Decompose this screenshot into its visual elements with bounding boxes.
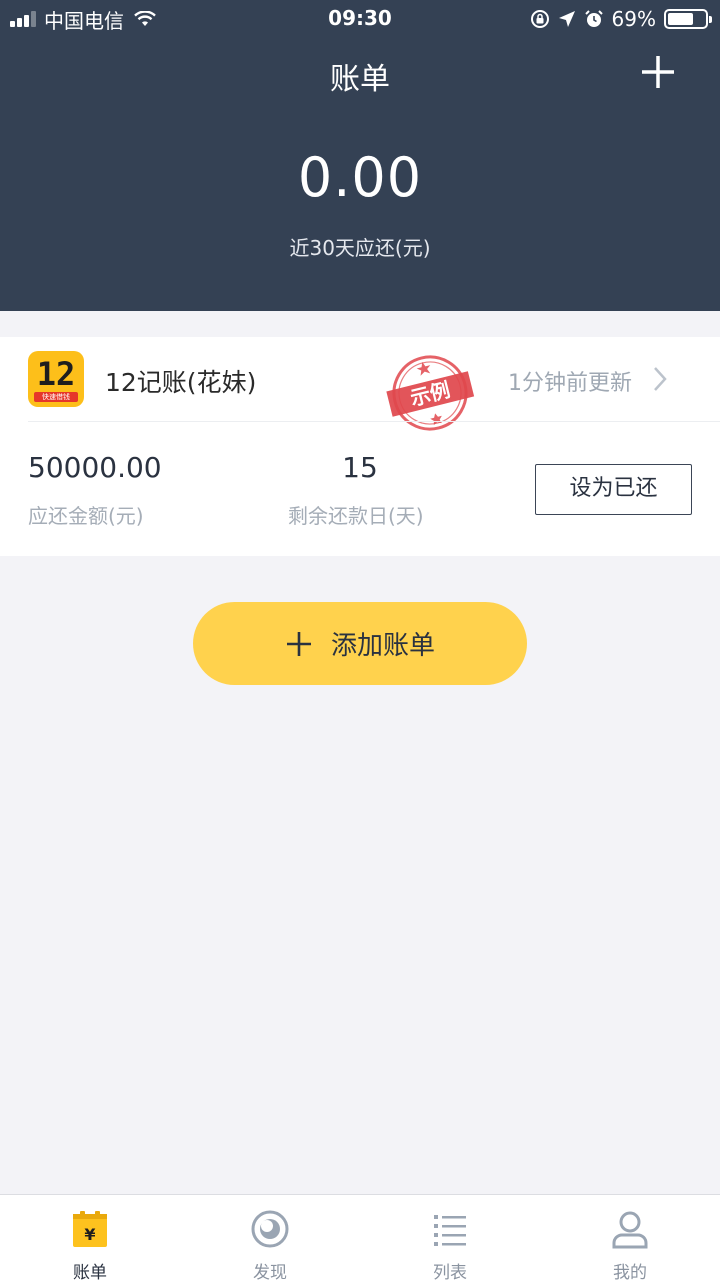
svg-text:¥: ¥ <box>84 1225 95 1244</box>
add-bill-label: 添加账单 <box>330 631 435 661</box>
plus-icon <box>286 631 311 656</box>
app-logo-tag: 快速借钱 <box>34 392 78 402</box>
add-bill-button[interactable]: 添加账单 <box>193 602 527 685</box>
due-amount: 50000.00 <box>28 451 162 484</box>
plus-icon <box>642 56 674 88</box>
bill-card: 12 快速借钱 12记账(花妹) 1分钟前更新 示例 50000.00 应还金额… <box>0 337 720 556</box>
mark-paid-button[interactable]: 设为已还 <box>535 464 692 515</box>
bill-card-header[interactable]: 12 快速借钱 12记账(花妹) 1分钟前更新 <box>0 337 720 421</box>
battery-icon <box>664 9 712 29</box>
discover-icon <box>251 1210 289 1248</box>
total-due-label: 近30天应还(元) <box>289 236 431 260</box>
bill-icon: ¥ <box>73 1211 107 1247</box>
days-remaining: 15 <box>342 451 378 484</box>
profile-icon <box>612 1211 648 1249</box>
rotation-lock-icon <box>530 10 549 28</box>
tab-label: 我的 <box>613 1263 647 1280</box>
days-remaining-label: 剩余还款日(天) <box>288 504 424 528</box>
total-due-amount: 0.00 <box>297 146 423 209</box>
location-icon <box>558 11 575 27</box>
tab-bills[interactable]: ¥ 账单 <box>0 1195 180 1280</box>
page-title: 账单 <box>330 62 390 97</box>
alarm-icon <box>584 10 603 27</box>
battery-percentage: 69% <box>611 7 656 31</box>
tab-discover[interactable]: 发现 <box>180 1195 360 1280</box>
tab-bar: ¥ 账单 发现 列表 我的 <box>0 1194 720 1280</box>
tab-profile[interactable]: 我的 <box>540 1195 720 1280</box>
chevron-right-icon <box>654 367 667 391</box>
status-right: 69% <box>530 5 712 33</box>
tab-label: 发现 <box>253 1263 287 1280</box>
app-logo-number: 12 <box>36 355 76 393</box>
app-logo: 12 快速借钱 <box>28 351 84 407</box>
card-divider <box>28 421 720 422</box>
tab-label: 账单 <box>73 1263 107 1280</box>
tab-label: 列表 <box>433 1263 467 1280</box>
bills-screen: 中国电信 09:30 69% 账单 0.00 近30天应还(元) 12 快速借钱… <box>0 0 720 1280</box>
due-amount-label: 应还金额(元) <box>28 504 144 528</box>
add-button[interactable] <box>636 50 680 94</box>
updated-time: 1分钟前更新 <box>508 371 632 396</box>
app-name: 12记账(花妹) <box>105 368 257 397</box>
status-bar: 中国电信 09:30 69% <box>0 0 720 38</box>
tab-list[interactable]: 列表 <box>360 1195 540 1280</box>
list-icon <box>434 1215 466 1246</box>
header: 中国电信 09:30 69% 账单 0.00 近30天应还(元) <box>0 0 720 311</box>
